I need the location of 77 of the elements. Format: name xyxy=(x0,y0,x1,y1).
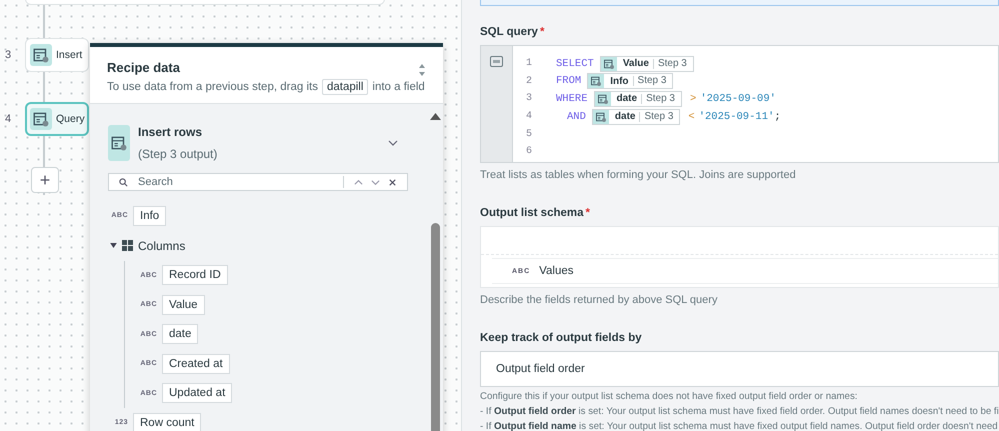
field-label: Keep track of output fields by xyxy=(480,332,642,344)
panel-subtitle: into a field xyxy=(372,81,425,93)
sql-string: '2025-09-09' xyxy=(700,92,776,105)
table-icon xyxy=(110,134,128,152)
sql-keyword: SELECT xyxy=(556,58,594,70)
datapill[interactable]: Record ID xyxy=(162,265,228,286)
step-card[interactable]: Insert xyxy=(25,38,89,72)
schema-field-name[interactable]: Values xyxy=(539,265,574,277)
datapill-step: Step 3 xyxy=(652,58,693,69)
datapill-step: Step 3 xyxy=(632,76,672,86)
sql-keyword: AND xyxy=(567,110,586,123)
datapill-label[interactable]: date xyxy=(608,111,640,122)
table-icon xyxy=(602,58,615,70)
sql-keyword: WHERE xyxy=(556,92,588,105)
datapill[interactable]: Updated at xyxy=(162,383,232,404)
step-number: 3 xyxy=(5,49,12,61)
datapill[interactable]: Info xyxy=(133,206,166,226)
search-field[interactable]: Search xyxy=(132,176,337,188)
line-number: 4 xyxy=(524,111,533,122)
step-card[interactable]: Query xyxy=(25,102,89,136)
grid-icon xyxy=(122,240,133,251)
sql-punctuation: ; xyxy=(774,110,781,123)
sql-keyword: FROM xyxy=(556,75,582,88)
caret-icon[interactable] xyxy=(110,243,117,248)
line-number: 5 xyxy=(524,128,533,140)
datapill-label[interactable]: Info xyxy=(604,76,633,87)
field-label: Output list schema xyxy=(480,207,584,219)
datapill-step: Step 3 xyxy=(641,94,681,104)
step-number: 4 xyxy=(5,113,12,125)
table-icon xyxy=(594,110,607,123)
panel-subtitle: To use data from a previous step, drag its xyxy=(107,81,318,93)
datapill[interactable]: Created at xyxy=(162,354,230,374)
group-label[interactable]: Columns xyxy=(138,238,186,252)
line-number: 1 xyxy=(524,58,533,70)
select-field[interactable]: Output field order xyxy=(480,351,999,387)
datapill[interactable]: Row count xyxy=(133,412,202,431)
chevron-icon[interactable] xyxy=(388,140,398,146)
required-mark: * xyxy=(540,26,544,38)
sql-icon xyxy=(490,56,503,67)
step-title: Insert xyxy=(56,49,82,61)
required-mark: * xyxy=(586,207,590,219)
field-hint: Describe the fields returned by above SQL query xyxy=(480,294,718,306)
table-icon xyxy=(596,92,609,105)
datapill[interactable]: date xyxy=(162,324,198,344)
datapill[interactable]: Value xyxy=(162,294,205,315)
source-subtitle: (Step 3 output) xyxy=(138,147,218,161)
table-icon xyxy=(590,75,602,88)
hint-line: Configure this if your output list schema does not have fixed output field order or names: xyxy=(480,390,858,404)
step-title: Query xyxy=(56,113,85,125)
hint-line: - If Output field order is set: Your output list schema must have fixed field order. Output field names doesn't need to be fi xyxy=(480,405,999,419)
search-icon xyxy=(119,178,128,186)
input-field[interactable] xyxy=(480,0,999,6)
close-icon[interactable] xyxy=(388,178,397,186)
datapill: datapill xyxy=(322,79,368,95)
line-number: 3 xyxy=(524,93,533,104)
datapill-label[interactable]: Value xyxy=(616,58,653,70)
panel-title: Recipe data xyxy=(107,60,180,75)
datapill-step: Step 3 xyxy=(639,112,680,122)
sort-icon[interactable] xyxy=(418,63,426,77)
sql-editor[interactable]: 1 SELECT Value Step 3 2 FROM Info Step 3 3 WHERE date Step 3 > '2025-09-09' 4 AND date Step 3 < '2025-09-11'; 5 6 xyxy=(480,45,999,163)
datapill-label[interactable]: date xyxy=(610,93,642,104)
line-number: 2 xyxy=(524,76,533,87)
hint-line: - If Output field name is set: Your output list schema must have fixed output field names. Output field order doesn't need xyxy=(480,420,999,431)
line-number: 6 xyxy=(524,146,533,158)
sql-operator: > xyxy=(690,92,696,105)
table-icon xyxy=(32,46,50,64)
field-hint: Treat lists as tables when forming your SQL. Joins are supported xyxy=(480,169,797,181)
table-icon xyxy=(32,110,50,128)
chevron-up-icon[interactable] xyxy=(354,178,363,186)
source-title: Insert rows xyxy=(138,125,204,139)
search-bar[interactable]: Search xyxy=(108,173,408,191)
sql-string: '2025-09-11' xyxy=(698,110,774,123)
add-step-button[interactable]: + xyxy=(31,167,59,193)
field-label: SQL query xyxy=(480,26,538,38)
scroll-up-icon[interactable] xyxy=(430,113,441,120)
chevron-down-icon[interactable] xyxy=(371,178,380,186)
sql-operator: < xyxy=(688,110,695,123)
